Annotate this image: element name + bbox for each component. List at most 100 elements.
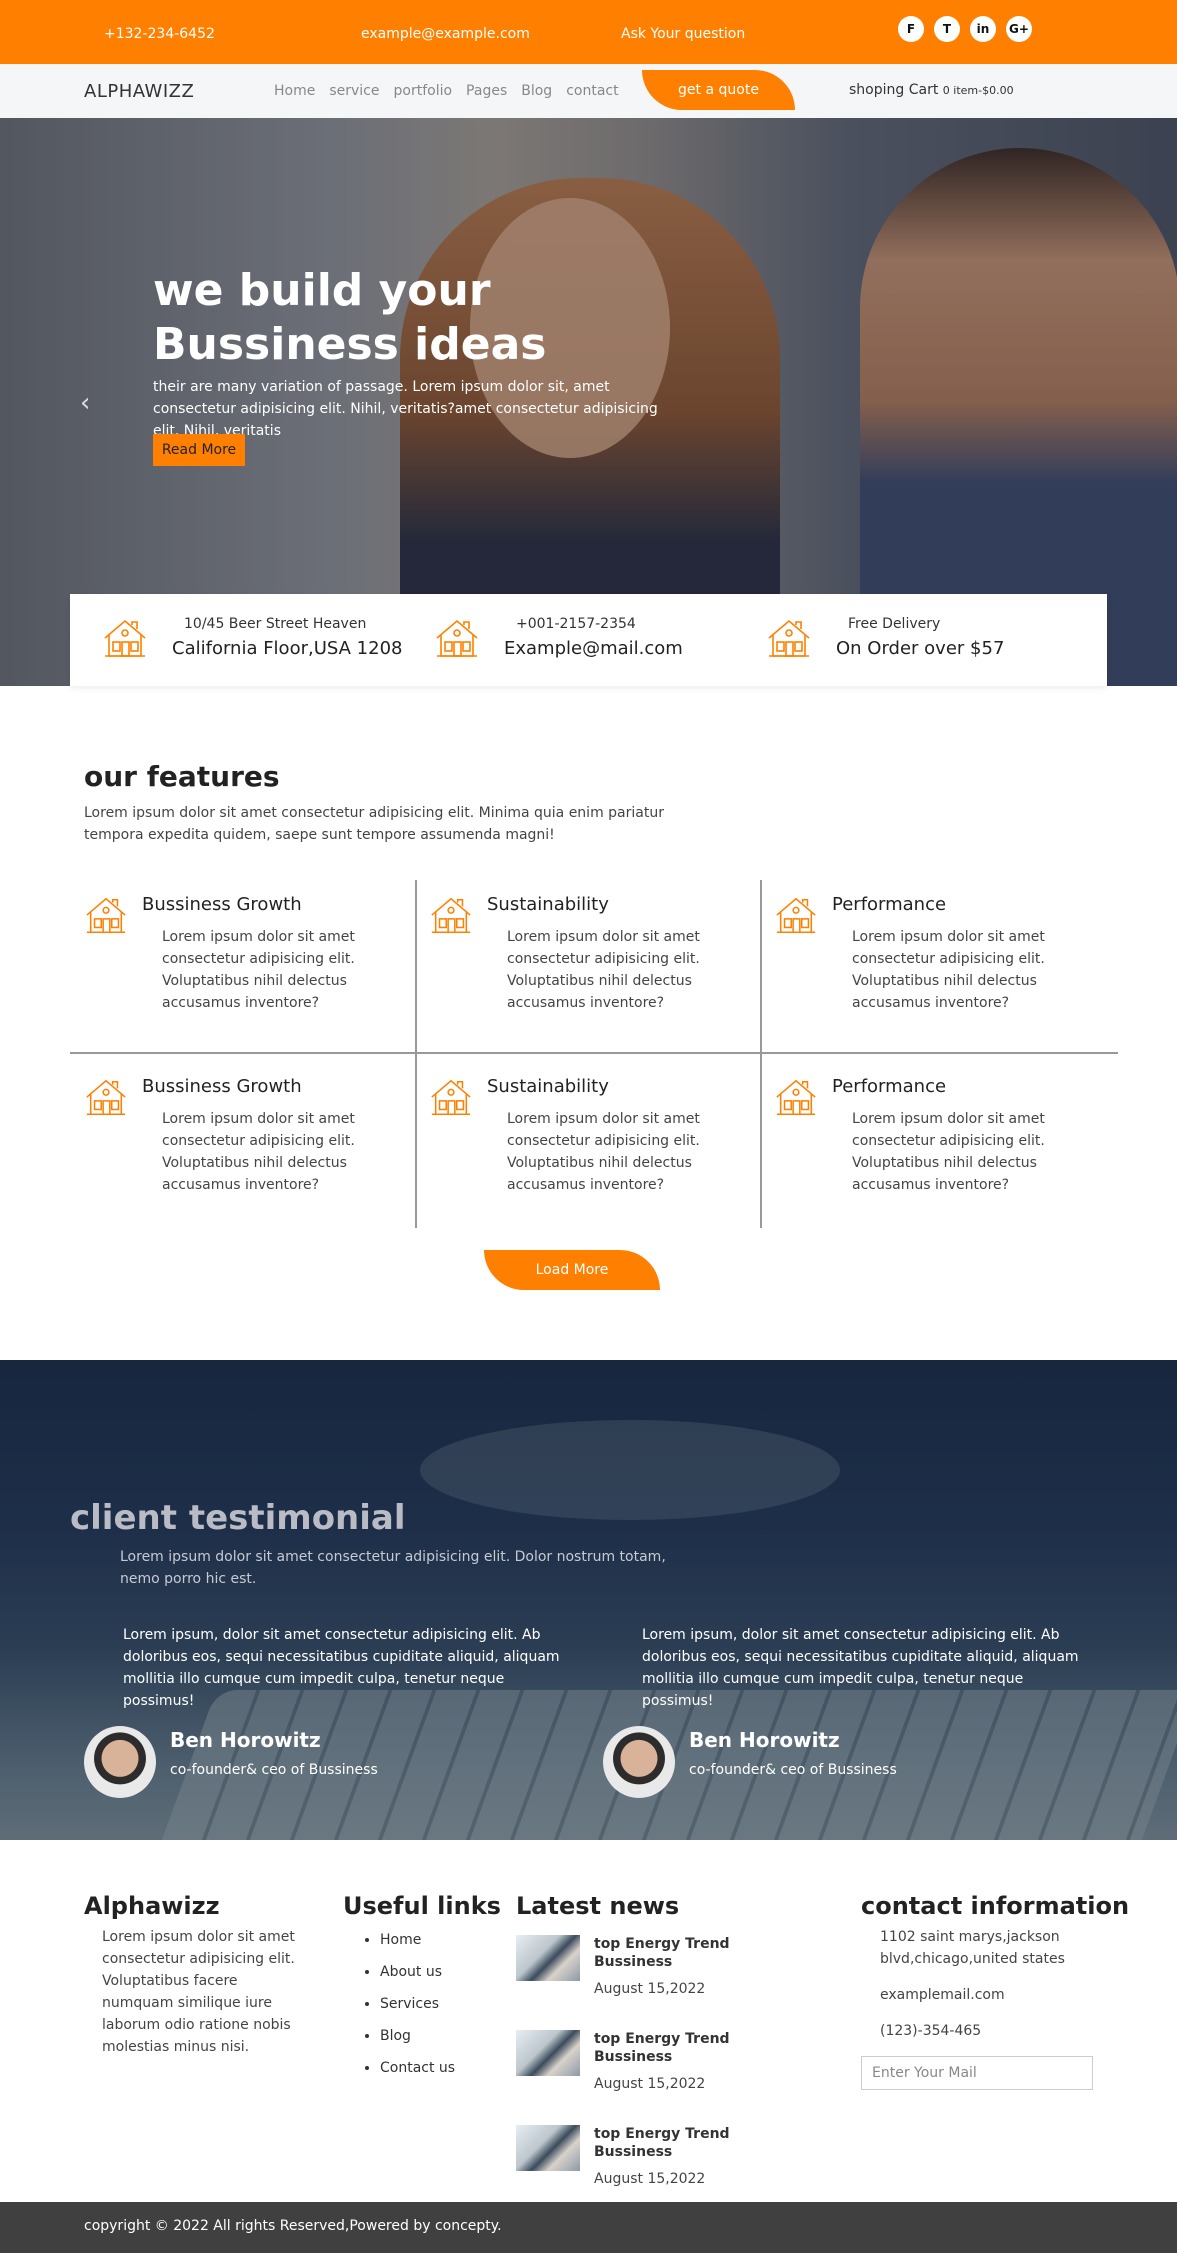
info-line2: California Floor,USA 1208 bbox=[172, 638, 403, 659]
feature-card: Bussiness Growth Lorem ipsum dolor sit a… bbox=[70, 880, 400, 1050]
feature-title: Bussiness Growth bbox=[142, 1076, 302, 1097]
house-icon bbox=[774, 1076, 818, 1120]
avatar bbox=[603, 1726, 675, 1798]
navbar: ALPHAWIZZ Home service portfolio Pages B… bbox=[0, 64, 1177, 118]
info-line1: 10/45 Beer Street Heaven bbox=[184, 616, 367, 632]
hero-title: we build your Bussiness ideas bbox=[153, 264, 713, 372]
info-line1: +001-2157-2354 bbox=[516, 616, 636, 632]
house-icon bbox=[429, 894, 473, 938]
house-icon bbox=[102, 616, 148, 662]
testimonial-name: Ben Horowitz bbox=[170, 1728, 321, 1752]
cart-label: shoping Cart bbox=[849, 82, 939, 98]
footer-link-about[interactable]: About us bbox=[380, 1964, 455, 1980]
nav-pages[interactable]: Pages bbox=[466, 83, 507, 99]
nav-blog[interactable]: Blog bbox=[521, 83, 552, 99]
features-grid: Bussiness Growth Lorem ipsum dolor sit a… bbox=[70, 880, 1118, 1230]
feature-card: Sustainability Lorem ipsum dolor sit ame… bbox=[415, 880, 745, 1050]
grid-divider bbox=[70, 1052, 1118, 1054]
feature-text: Lorem ipsum dolor sit amet consectetur a… bbox=[852, 1111, 1045, 1193]
contact-phone[interactable]: (123)-354-465 bbox=[880, 2020, 1120, 2042]
house-icon bbox=[84, 894, 128, 938]
testimonial-quote: Lorem ipsum, dolor sit amet consectetur … bbox=[642, 1627, 1079, 1709]
contact-address: 1102 saint marys,jackson blvd,chicago,un… bbox=[880, 1929, 1065, 1967]
news-item[interactable]: top Energy Trend Bussiness August 15,202… bbox=[516, 2030, 746, 2110]
contact-email[interactable]: examplemail.com bbox=[880, 1984, 1120, 2006]
house-icon bbox=[766, 616, 812, 662]
google-plus-icon[interactable]: G+ bbox=[1006, 16, 1032, 42]
shopping-cart[interactable]: shoping Cart 0 item-$0.00 bbox=[849, 82, 1014, 98]
twitter-icon[interactable]: T bbox=[934, 16, 960, 42]
get-quote-button[interactable]: get a quote bbox=[642, 70, 795, 110]
top-email[interactable]: example@example.com bbox=[361, 26, 530, 42]
social-links: F T in G+ bbox=[898, 16, 1032, 42]
info-strip: 10/45 Beer Street Heaven California Floo… bbox=[70, 594, 1107, 686]
copyright-bar: copyright © 2022 All rights Reserved,Pow… bbox=[0, 2202, 1177, 2253]
testimonial-role: co-founder& ceo of Bussiness bbox=[170, 1762, 378, 1778]
news-item[interactable]: top Energy Trend Bussiness August 15,202… bbox=[516, 2125, 746, 2205]
footer-link-blog[interactable]: Blog bbox=[380, 2028, 455, 2044]
hero-title-line2: Bussiness ideas bbox=[153, 319, 547, 370]
feature-title: Sustainability bbox=[487, 894, 609, 915]
nav-home[interactable]: Home bbox=[274, 83, 315, 99]
hero-title-line1: we build your bbox=[153, 265, 491, 316]
footer-contact-title: contact information bbox=[861, 1892, 1130, 1920]
feature-card: Bussiness Growth Lorem ipsum dolor sit a… bbox=[70, 1062, 400, 1232]
testimonial-role: co-founder& ceo of Bussiness bbox=[689, 1762, 897, 1778]
testimonial-subtitle: Lorem ipsum dolor sit amet consectetur a… bbox=[120, 1549, 666, 1587]
copyright-text: copyright © 2022 All rights Reserved,Pow… bbox=[84, 2218, 502, 2234]
house-icon bbox=[84, 1076, 128, 1120]
news-date: August 15,2022 bbox=[594, 1981, 706, 1997]
logo[interactable]: ALPHAWIZZ bbox=[84, 81, 194, 102]
hero-text: their are many variation of passage. Lor… bbox=[153, 379, 658, 439]
info-line1: Free Delivery bbox=[848, 616, 941, 632]
feature-title: Sustainability bbox=[487, 1076, 609, 1097]
info-line2: On Order over $57 bbox=[836, 638, 1005, 659]
footer-about-title: Alphawizz bbox=[84, 1892, 220, 1920]
footer-about-text: Lorem ipsum dolor sit amet consectetur a… bbox=[102, 1929, 295, 2055]
footer-link-home[interactable]: Home bbox=[380, 1932, 455, 1948]
footer-contact: 1102 saint marys,jackson blvd,chicago,un… bbox=[880, 1926, 1120, 2042]
newsletter-email-input[interactable]: Enter Your Mail bbox=[861, 2056, 1093, 2090]
footer-link-contact[interactable]: Contact us bbox=[380, 2060, 455, 2076]
nav-portfolio[interactable]: portfolio bbox=[394, 83, 453, 99]
testimonial-quote: Lorem ipsum, dolor sit amet consectetur … bbox=[123, 1627, 560, 1709]
feature-text: Lorem ipsum dolor sit amet consectetur a… bbox=[162, 1111, 355, 1193]
footer-news-title: Latest news bbox=[516, 1892, 680, 1920]
read-more-button[interactable]: Read More bbox=[153, 434, 245, 466]
main-menu: Home service portfolio Pages Blog contac… bbox=[274, 83, 619, 99]
features-description: Lorem ipsum dolor sit amet consectetur a… bbox=[84, 805, 664, 843]
nav-service[interactable]: service bbox=[329, 83, 379, 99]
feature-card: Sustainability Lorem ipsum dolor sit ame… bbox=[415, 1062, 745, 1232]
house-icon bbox=[429, 1076, 473, 1120]
news-item[interactable]: top Energy Trend Bussiness August 15,202… bbox=[516, 1935, 746, 2015]
slider-prev-icon[interactable]: ‹ bbox=[80, 388, 90, 418]
news-title: top Energy Trend Bussiness bbox=[594, 1936, 730, 1970]
nav-contact[interactable]: contact bbox=[566, 83, 618, 99]
house-icon bbox=[774, 894, 818, 938]
feature-title: Bussiness Growth bbox=[142, 894, 302, 915]
news-title: top Energy Trend Bussiness bbox=[594, 2031, 730, 2065]
feature-title: Performance bbox=[832, 1076, 947, 1097]
testimonial-section: client testimonial Lorem ipsum dolor sit… bbox=[0, 1360, 1177, 1840]
footer-link-services[interactable]: Services bbox=[380, 1996, 455, 2012]
top-phone[interactable]: +132-234-6452 bbox=[104, 26, 215, 42]
news-date: August 15,2022 bbox=[594, 2171, 706, 2187]
news-thumbnail bbox=[516, 1935, 580, 1981]
linkedin-icon[interactable]: in bbox=[970, 16, 996, 42]
footer-links: Home About us Services Blog Contact us bbox=[362, 1932, 455, 2092]
features-title: our features bbox=[84, 760, 280, 793]
footer: Alphawizz Lorem ipsum dolor sit amet con… bbox=[0, 1840, 1177, 2202]
testimonial-title: client testimonial bbox=[70, 1498, 406, 1538]
news-title: top Energy Trend Bussiness bbox=[594, 2126, 730, 2160]
news-thumbnail bbox=[516, 2030, 580, 2076]
facebook-icon[interactable]: F bbox=[898, 16, 924, 42]
ask-question-link[interactable]: Ask Your question bbox=[621, 26, 745, 42]
feature-text: Lorem ipsum dolor sit amet consectetur a… bbox=[162, 929, 355, 1011]
load-more-button[interactable]: Load More bbox=[484, 1250, 660, 1290]
news-thumbnail bbox=[516, 2125, 580, 2171]
house-icon bbox=[434, 616, 480, 662]
testimonial-name: Ben Horowitz bbox=[689, 1728, 840, 1752]
feature-text: Lorem ipsum dolor sit amet consectetur a… bbox=[507, 929, 700, 1011]
feature-title: Performance bbox=[832, 894, 947, 915]
feature-card: Performance Lorem ipsum dolor sit amet c… bbox=[760, 880, 1090, 1050]
